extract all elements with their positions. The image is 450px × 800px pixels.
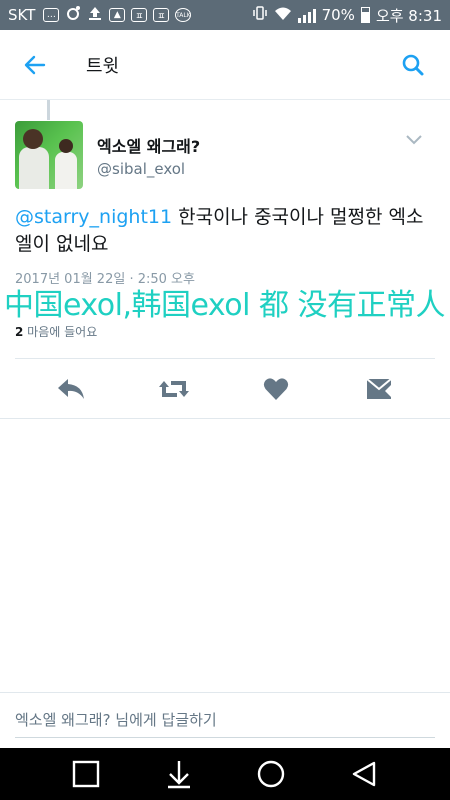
thread-connector-line [47, 100, 50, 120]
divider [0, 418, 450, 419]
tweet-actions [0, 363, 450, 415]
navigation-bar [0, 748, 450, 800]
search-icon [402, 54, 424, 75]
tweet-timestamp: 2017년 01월 22일 · 2:50 오후 [15, 272, 195, 287]
upload-icon [87, 5, 103, 25]
message-notification-icon: … [43, 8, 60, 22]
system-icons: 70% 오후 8:31 [252, 5, 442, 26]
recent-apps-button[interactable] [66, 754, 106, 794]
avatar[interactable] [15, 121, 83, 189]
battery-percent: 70% [321, 6, 355, 24]
likes-summary[interactable]: 2 마음에 들어요 [15, 323, 97, 340]
circle-icon [258, 760, 285, 788]
back-nav-button[interactable] [344, 754, 384, 794]
divider [0, 692, 450, 693]
signal-icon [297, 7, 316, 23]
home-button[interactable] [251, 754, 291, 794]
like-button[interactable] [256, 369, 296, 409]
hide-keyboard-button[interactable] [159, 754, 199, 794]
user-handle[interactable]: @sibal_exol [97, 160, 185, 178]
app-notification-icon-1: ㅍ [131, 8, 148, 22]
square-icon [73, 760, 100, 788]
retweet-icon [158, 381, 189, 397]
image-notification-icon: ▲ [109, 8, 126, 22]
instagram-notification-icon [65, 5, 81, 25]
kakaotalk-icon: TALK [175, 8, 192, 22]
app-bar: 트윗 [0, 30, 450, 100]
retweet-button[interactable] [154, 369, 194, 409]
back-button[interactable] [20, 50, 50, 80]
display-name[interactable]: 엑소엘 왜그래? [97, 133, 200, 157]
reply-input[interactable]: 엑소엘 왜그래? 님에게 답글하기 [15, 702, 435, 738]
mention-link[interactable]: @starry_night11 [15, 206, 172, 228]
search-button[interactable] [398, 50, 428, 80]
page-title: 트윗 [86, 55, 120, 77]
direct-message-button[interactable] [359, 369, 399, 409]
arrow-left-icon [24, 55, 46, 74]
heart-icon [264, 378, 289, 400]
likes-label: 마음에 들어요 [23, 325, 98, 339]
vibrate-icon [252, 5, 268, 25]
clock: 오후 8:31 [375, 6, 442, 25]
envelope-icon [366, 378, 392, 399]
carrier-label: SKT [8, 6, 36, 24]
notification-icons: … ▲ ㅍ ㅍ TALK [43, 5, 192, 25]
battery-icon [360, 7, 370, 23]
app-notification-icon-2: ㅍ [153, 8, 170, 22]
divider [15, 358, 435, 359]
tweet-text: @starry_night11 한국이나 중국이나 멀쩡한 엑소엘이 없네요 [15, 204, 435, 258]
tweet-menu-button[interactable] [404, 132, 424, 146]
reply-button[interactable] [51, 369, 91, 409]
reply-icon [58, 379, 85, 399]
status-bar: SKT … ▲ ㅍ ㅍ TALK 70% 오후 8:31 [0, 0, 450, 30]
chevron-down-icon [406, 135, 422, 145]
arrow-down-icon [167, 761, 190, 789]
triangle-back-icon [352, 761, 375, 787]
wifi-icon [274, 6, 292, 24]
overlay-caption: 中国exol,韩国exol 都 没有正常人 [4, 288, 446, 323]
